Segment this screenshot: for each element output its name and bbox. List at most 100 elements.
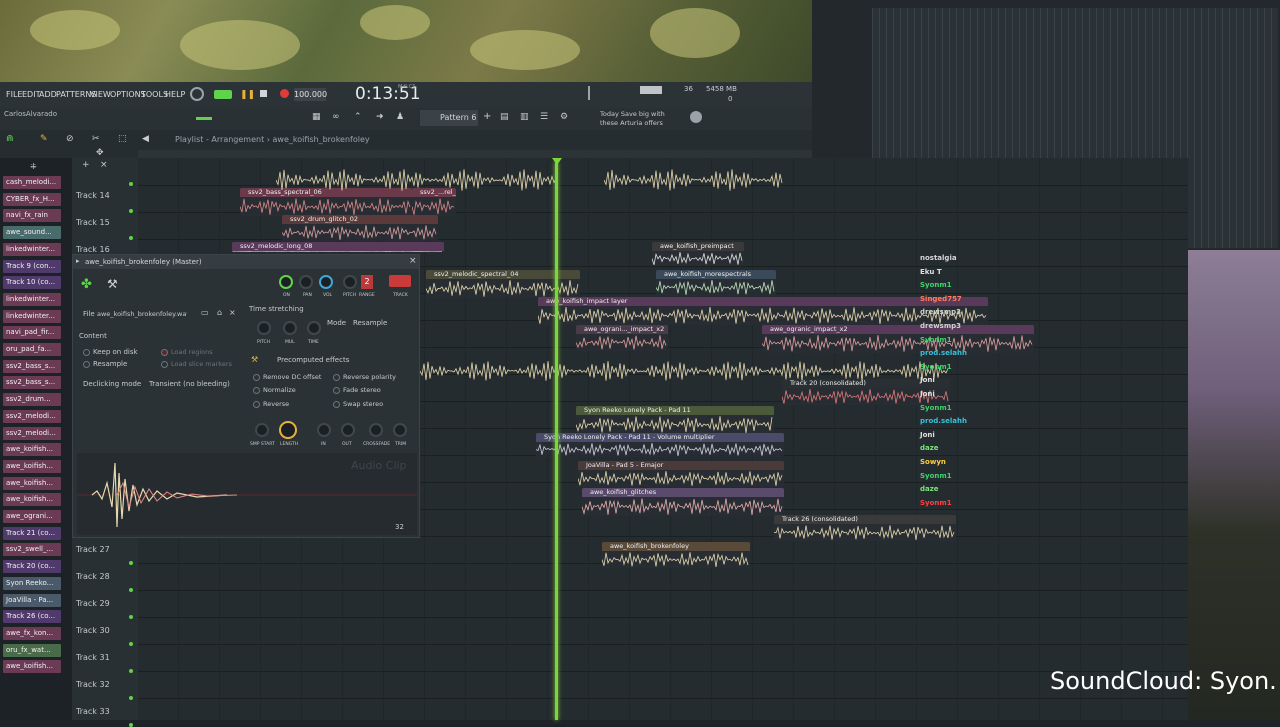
dialog-arrow-icon[interactable]: ▸: [76, 257, 80, 265]
audio-clip[interactable]: awe_koifish_glitches: [582, 488, 784, 516]
mixer-strip[interactable]: [1215, 8, 1222, 248]
trim-knob[interactable]: [393, 423, 407, 437]
pause-icon[interactable]: ❚❚: [240, 90, 255, 100]
track-name[interactable]: Track 31: [76, 653, 110, 662]
reverse-polarity-radio[interactable]: [333, 374, 340, 381]
declicking-value[interactable]: Transient (no bleeding): [149, 380, 230, 388]
out-knob[interactable]: [341, 423, 355, 437]
add-pattern-icon[interactable]: +: [483, 111, 491, 122]
mixer-strip[interactable]: [1236, 8, 1243, 248]
audio-clip[interactable]: ssv2_bass_spectral_06: [240, 188, 412, 216]
picker-mode-icon[interactable]: ⁜: [30, 162, 37, 171]
picker-item[interactable]: linkedwinter...: [3, 292, 61, 306]
picker-item[interactable]: awe_fx_kon...: [3, 626, 61, 640]
track-name[interactable]: Track 29: [76, 599, 110, 608]
record-icon[interactable]: [280, 89, 289, 98]
swap-stereo-radio[interactable]: [333, 401, 340, 408]
mixer-strip[interactable]: [1257, 8, 1264, 248]
audio-clip[interactable]: awe_koifish_preimpact: [652, 242, 744, 266]
mixer-strip[interactable]: [1243, 8, 1250, 248]
menu-help[interactable]: HELP: [165, 90, 185, 99]
mixer-strip[interactable]: [1194, 8, 1201, 248]
track-led[interactable]: [129, 669, 133, 673]
ts-pitch-knob[interactable]: [257, 321, 271, 335]
load-slice-radio[interactable]: [161, 361, 168, 368]
picker-item[interactable]: ssv2_drum...: [3, 393, 61, 407]
piano-roll-icon[interactable]: ▦: [312, 112, 321, 122]
wrench-icon[interactable]: ⚒: [251, 355, 258, 364]
audio-clip[interactable]: ssv2_drum_glitch_02: [282, 215, 438, 241]
picker-item[interactable]: CYBER_fx_H...: [3, 192, 61, 206]
timeline-ruler[interactable]: [138, 150, 812, 158]
crossfade-knob[interactable]: [369, 423, 383, 437]
track-name[interactable]: Track 28: [76, 572, 110, 581]
track-14-name[interactable]: Track 14: [76, 191, 110, 200]
folder-icon[interactable]: ▭: [201, 308, 209, 317]
mixer-strip[interactable]: [1222, 8, 1229, 248]
track-name[interactable]: Track 27: [76, 545, 110, 554]
mixer-strip[interactable]: [1229, 8, 1236, 248]
fade-stereo-radio[interactable]: [333, 387, 340, 394]
metronome-icon[interactable]: ⌃: [354, 112, 362, 122]
settings-tab-icon[interactable]: ⚒: [107, 277, 118, 291]
audio-clip-dialog[interactable]: awe_koifish_brokenfoley (Master) ▸ × ✤ ⚒…: [72, 254, 420, 538]
ts-time-knob[interactable]: [307, 321, 321, 335]
normalize-radio[interactable]: [253, 387, 260, 394]
file-name[interactable]: awe_koifish_brokenfoley.wav: [97, 310, 187, 318]
picker-item[interactable]: ssv2_bass_s...: [3, 359, 61, 373]
resample-radio[interactable]: [83, 361, 90, 368]
keep-on-disk-radio[interactable]: [83, 349, 90, 356]
stop-icon[interactable]: [260, 90, 267, 97]
tempo-display[interactable]: 100.000: [294, 88, 327, 101]
track-led[interactable]: [129, 723, 133, 727]
picker-item[interactable]: linkedwinter...: [3, 242, 61, 256]
track-waveform[interactable]: [604, 168, 784, 192]
mixer-strip[interactable]: [1208, 8, 1215, 248]
picker-item[interactable]: Track 10 (co...: [3, 276, 61, 290]
volume-knob[interactable]: [319, 275, 333, 289]
picker-item[interactable]: Track 26 (co...: [3, 610, 61, 624]
picker-item[interactable]: Syon Reeko...: [3, 576, 61, 590]
master-volume-slider[interactable]: [196, 117, 212, 120]
mode-value[interactable]: Resample: [353, 319, 387, 327]
track-name[interactable]: Track 32: [76, 680, 110, 689]
mixer-icon[interactable]: ☰: [540, 112, 548, 122]
pat-song-icon[interactable]: [190, 87, 204, 101]
plugin-picker-icon[interactable]: ⚙: [560, 112, 568, 122]
picker-item[interactable]: navi_fx_rain: [3, 209, 61, 223]
picker-item[interactable]: oru_pad_fa...: [3, 343, 61, 356]
playlist-icon[interactable]: ▤: [500, 112, 509, 122]
smp-start-knob[interactable]: [255, 423, 269, 437]
playlist-breadcrumb[interactable]: Playlist - Arrangement › awe_koifish_bro…: [175, 135, 370, 144]
track-name[interactable]: Track 33: [76, 707, 110, 716]
zoom-value[interactable]: 32: [395, 523, 404, 531]
track-15-led[interactable]: [129, 209, 133, 213]
track-led[interactable]: [129, 615, 133, 619]
picker-item[interactable]: ssv2_swell_...: [3, 543, 61, 557]
picker-item[interactable]: awe_ograni...: [3, 510, 61, 523]
step-icon[interactable]: ➜: [376, 112, 384, 122]
close-icon[interactable]: ×: [409, 256, 417, 266]
playback-tool-icon[interactable]: ◀: [142, 134, 149, 144]
picker-item[interactable]: Track 9 (con...: [3, 259, 61, 273]
track-name[interactable]: Track 30: [76, 626, 110, 635]
loop-icon[interactable]: ∞: [332, 112, 340, 122]
select-tool-icon[interactable]: ⬚: [118, 134, 127, 144]
picker-item[interactable]: oru_fx_wat...: [3, 643, 61, 657]
track-led[interactable]: [129, 588, 133, 592]
length-knob[interactable]: [279, 421, 297, 439]
track-led[interactable]: [129, 561, 133, 565]
mixer-strip[interactable]: [1271, 8, 1278, 248]
delete-tool-icon[interactable]: ⊘: [66, 134, 74, 144]
channel-rack-icon[interactable]: ▥: [520, 112, 529, 122]
draw-tool-icon[interactable]: ✎: [40, 134, 48, 144]
menu-edit[interactable]: EDIT: [22, 90, 40, 99]
waveform-tab-icon[interactable]: ✤: [81, 277, 92, 292]
close-track-icon[interactable]: ×: [100, 160, 108, 170]
picker-item[interactable]: awe_koifish...: [3, 459, 61, 473]
picker-item[interactable]: awe_koifish...: [3, 660, 61, 674]
menu-add[interactable]: ADD: [39, 90, 57, 99]
track-led[interactable]: [129, 696, 133, 700]
picker-item[interactable]: JoaVilla - Pa...: [3, 593, 61, 607]
remove-file-icon[interactable]: ×: [229, 308, 236, 317]
